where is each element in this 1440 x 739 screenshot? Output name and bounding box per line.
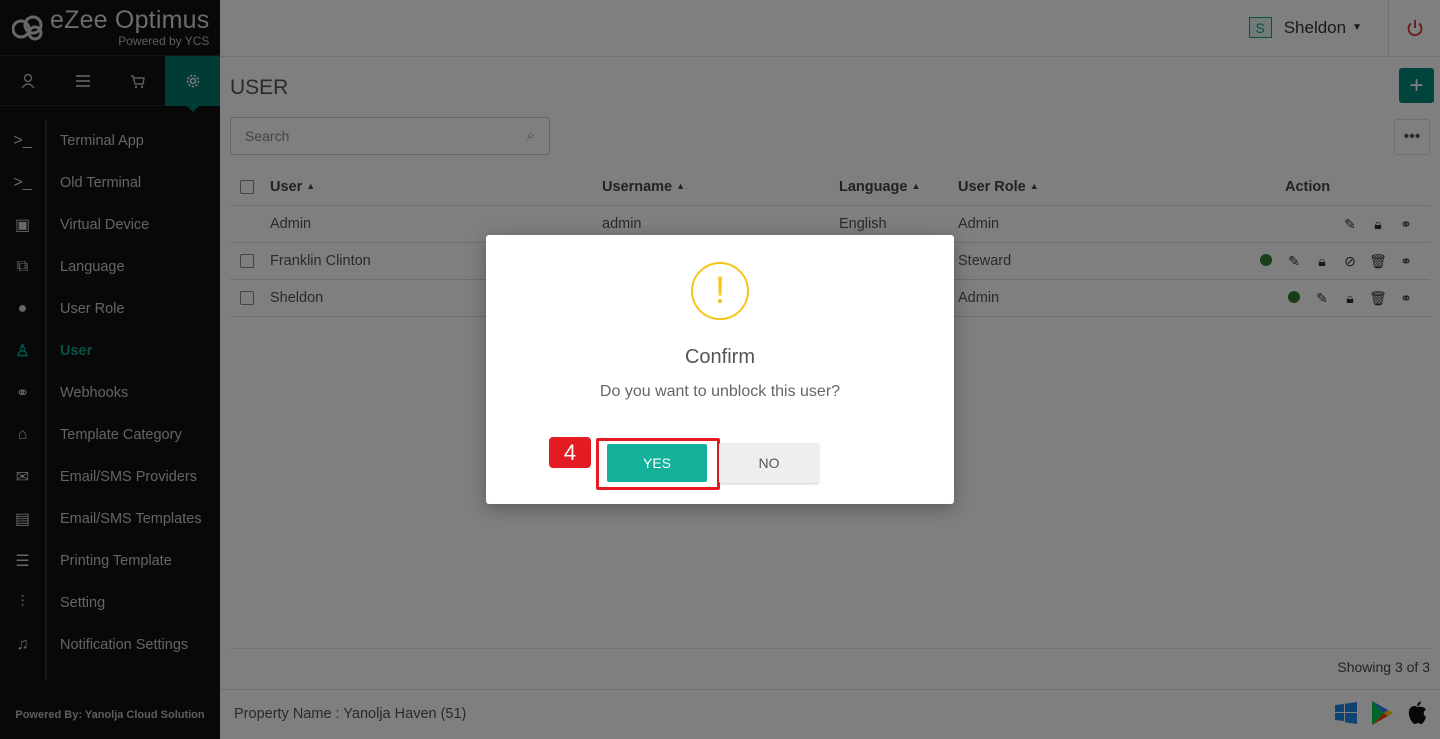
- confirm-dialog: ! Confirm Do you want to unblock this us…: [486, 235, 954, 504]
- no-button[interactable]: NO: [719, 443, 819, 483]
- yes-button[interactable]: YES: [607, 444, 707, 482]
- dialog-message: Do you want to unblock this user?: [599, 383, 841, 400]
- step-badge: 4: [549, 437, 591, 468]
- dialog-title: Confirm: [684, 346, 755, 368]
- warning-icon: !: [691, 262, 749, 320]
